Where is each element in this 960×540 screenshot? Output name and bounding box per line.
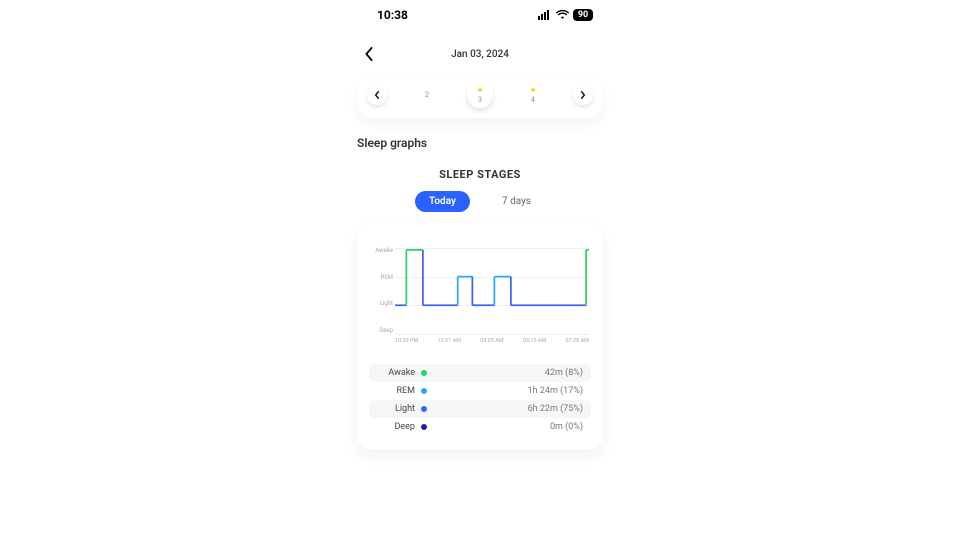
back-button[interactable] xyxy=(359,44,379,64)
day-number: 3 xyxy=(478,96,482,104)
chart-card: Awake REM Light Deep 10:39 PM 12:51 AM 0… xyxy=(357,224,603,450)
tab-today[interactable]: Today xyxy=(415,191,470,212)
legend-row-awake: Awake 42m (8%) xyxy=(369,364,591,382)
x-axis-labels: 10:39 PM 12:51 AM 03:03 AM 05:15 AM 07:2… xyxy=(395,338,589,344)
legend-value: 42m (8%) xyxy=(433,368,583,378)
x-label: 12:51 AM xyxy=(438,338,461,344)
star-icon: ★ xyxy=(530,87,536,94)
y-label-deep: Deep xyxy=(367,328,393,334)
wifi-icon xyxy=(556,10,569,20)
legend-row-rem: REM 1h 24m (17%) xyxy=(369,382,591,400)
legend-row-deep: Deep 0m (0%) xyxy=(369,418,591,436)
legend-value: 1h 24m (17%) xyxy=(433,386,583,396)
status-indicators: 90 xyxy=(538,9,593,21)
tab-7days[interactable]: 7 days xyxy=(488,191,545,212)
legend-label: Light xyxy=(377,404,421,414)
legend-value: 0m (0%) xyxy=(433,422,583,432)
legend-value: 6h 22m (75%) xyxy=(433,404,583,414)
next-day-button[interactable] xyxy=(573,85,593,105)
legend: Awake 42m (8%) REM 1h 24m (17%) Light 6h… xyxy=(369,364,591,436)
cellular-icon xyxy=(538,10,552,20)
chevron-left-icon xyxy=(362,47,376,61)
phone-frame: 10:38 90 Jan 03, 2024 xyxy=(345,0,615,540)
status-time: 10:38 xyxy=(377,8,408,22)
legend-label: REM xyxy=(377,386,421,396)
y-label-light: Light xyxy=(367,301,393,307)
star-icon: ★ xyxy=(477,87,483,94)
chevron-left-icon xyxy=(373,91,381,99)
legend-dot-light xyxy=(421,406,427,412)
day-cell-4[interactable]: ★ 4 xyxy=(520,87,546,104)
day-number: 2 xyxy=(425,91,429,99)
legend-dot-awake xyxy=(421,370,427,376)
battery-indicator: 90 xyxy=(573,9,593,21)
day-cell-2[interactable]: 2 xyxy=(414,91,440,99)
x-label: 07:28 AM xyxy=(566,338,589,344)
status-bar: 10:38 90 xyxy=(345,0,615,22)
x-label: 03:03 AM xyxy=(480,338,503,344)
chart-area: Awake REM Light Deep xyxy=(395,248,589,334)
sleep-stage-chart xyxy=(395,248,589,334)
top-nav: Jan 03, 2024 xyxy=(345,22,615,68)
x-label: 10:39 PM xyxy=(395,338,418,344)
day-number: 4 xyxy=(531,96,535,104)
y-axis-labels: Awake REM Light Deep xyxy=(367,248,393,334)
date-title: Jan 03, 2024 xyxy=(379,49,581,60)
legend-dot-deep xyxy=(421,424,427,430)
legend-row-light: Light 6h 22m (75%) xyxy=(369,400,591,418)
range-tabs: Today 7 days xyxy=(345,191,615,212)
graph-title: SLEEP STAGES xyxy=(345,168,615,181)
legend-dot-rem xyxy=(421,388,427,394)
section-title: Sleep graphs xyxy=(345,118,615,150)
prev-day-button[interactable] xyxy=(367,85,387,105)
day-strip-card: 2 ★ 3 ★ 4 xyxy=(357,76,603,118)
y-label-rem: REM xyxy=(367,275,393,281)
y-label-awake: Awake xyxy=(367,248,393,254)
chevron-right-icon xyxy=(579,91,587,99)
legend-label: Deep xyxy=(377,422,421,432)
legend-label: Awake xyxy=(377,368,421,378)
day-cell-3[interactable]: ★ 3 xyxy=(467,82,493,108)
x-label: 05:15 AM xyxy=(523,338,546,344)
